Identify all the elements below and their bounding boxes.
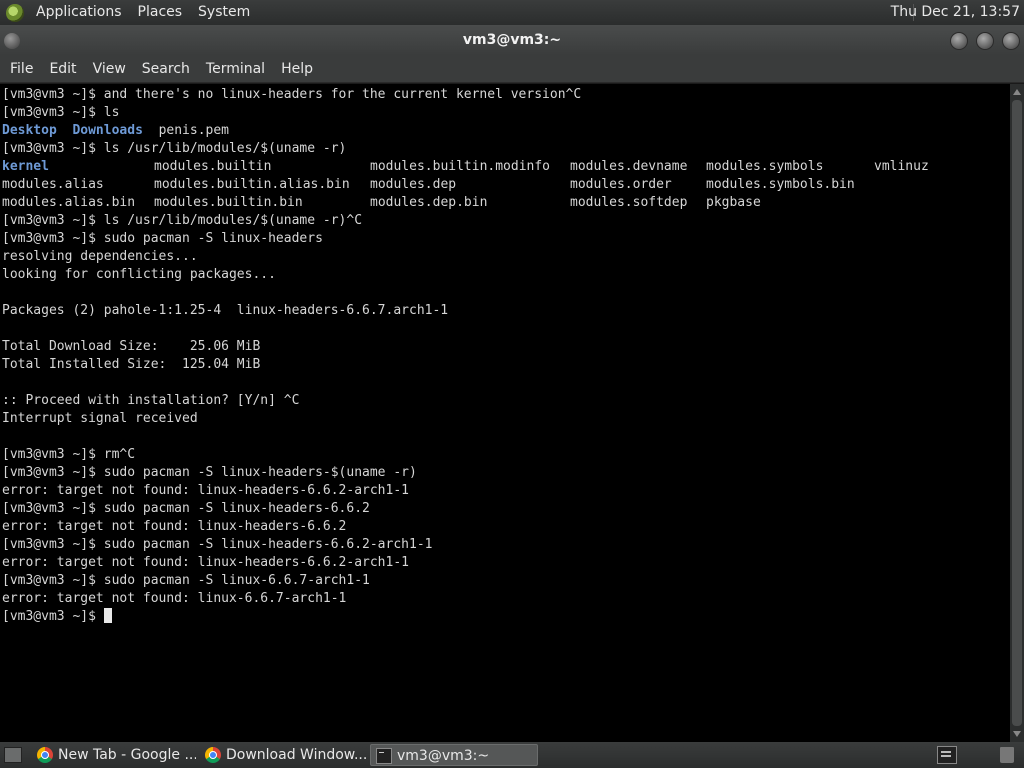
chrome-icon: [37, 747, 53, 763]
distro-logo-icon[interactable]: [6, 3, 24, 22]
module-entry: pkgbase: [706, 195, 761, 210]
close-button[interactable]: [1002, 32, 1020, 50]
scroll-down-icon[interactable]: [1013, 731, 1021, 737]
terminal-line: :: Proceed with installation? [Y/n] ^C: [2, 393, 300, 408]
terminal-line: modules.alias.bin modules.builtin.bin modu…: [2, 194, 1010, 212]
terminal-line: Desktop Downloads penis.pem: [2, 122, 1010, 140]
module-entry: modules.symbols: [706, 159, 824, 174]
prompt: [vm3@vm3 ~]$: [2, 609, 104, 624]
terminal-icon: [376, 748, 392, 764]
terminal-line: Interrupt signal received: [2, 411, 198, 426]
menu-terminal[interactable]: Terminal: [198, 55, 273, 83]
terminal-line: [vm3@vm3 ~]$ sudo pacman -S linux-header…: [2, 231, 323, 246]
terminal-output[interactable]: [vm3@vm3 ~]$ and there's no linux-header…: [0, 84, 1010, 742]
scroll-up-icon[interactable]: [1013, 89, 1021, 95]
module-entry: modules.builtin.bin: [154, 195, 303, 210]
terminal-line: Total Download Size: 25.06 MiB: [2, 339, 261, 354]
terminal-line: [vm3@vm3 ~]$ sudo pacman -S linux-header…: [2, 537, 433, 552]
task-terminal[interactable]: vm3@vm3:~: [370, 744, 538, 766]
module-entry: modules.dep: [370, 177, 457, 192]
terminal-line: looking for conflicting packages...: [2, 267, 276, 282]
terminal-line: resolving dependencies...: [2, 249, 198, 264]
terminal-line: [vm3@vm3 ~]$ ls /usr/lib/modules/$(uname…: [2, 141, 347, 156]
terminal-menubar: File Edit View Search Terminal Help: [0, 55, 1024, 83]
module-entry: modules.dep.bin: [370, 195, 488, 210]
show-desktop-icon[interactable]: [4, 747, 22, 763]
window-menu-icon[interactable]: [4, 33, 20, 49]
module-entry: [874, 194, 954, 212]
module-entry: modules.symbols.bin: [706, 177, 855, 192]
directory-entry: Downloads: [72, 123, 143, 138]
minimize-button[interactable]: [950, 32, 968, 50]
menu-applications[interactable]: Applications: [28, 0, 130, 25]
terminal-line: [vm3@vm3 ~]$ ls: [2, 105, 120, 120]
module-entry: kernel: [2, 159, 49, 174]
window-titlebar[interactable]: vm3@vm3:~: [0, 25, 1024, 55]
module-entry: modules.builtin: [154, 159, 272, 174]
terminal-line: error: target not found: linux-headers-6…: [2, 483, 409, 498]
module-entry: modules.order: [570, 177, 672, 192]
terminal-line: Total Installed Size: 125.04 MiB: [2, 357, 261, 372]
terminal-line: error: target not found: linux-headers-6…: [2, 555, 409, 570]
terminal-line: [vm3@vm3 ~]$ sudo pacman -S linux-header…: [2, 501, 370, 516]
task-download-window[interactable]: Download Window...: [200, 744, 366, 766]
terminal-line: [vm3@vm3 ~]$ and there's no linux-header…: [2, 87, 582, 102]
menu-view[interactable]: View: [85, 55, 134, 83]
scrollbar-thumb[interactable]: [1012, 100, 1022, 726]
terminal-prompt-line[interactable]: [vm3@vm3 ~]$: [2, 608, 1010, 626]
module-entry: modules.alias.bin: [2, 195, 136, 210]
workspace-switcher-icon[interactable]: [937, 746, 957, 764]
menu-places[interactable]: Places: [130, 0, 191, 25]
menu-file[interactable]: File: [2, 55, 41, 83]
terminal-scrollbar[interactable]: [1010, 84, 1024, 742]
terminal-line: Packages (2) pahole-1:1.25-4 linux-heade…: [2, 303, 449, 318]
module-entry: modules.builtin.alias.bin: [154, 177, 350, 192]
file-entry: penis.pem: [158, 123, 230, 138]
menu-system[interactable]: System: [190, 0, 258, 25]
module-entry: vmlinuz: [874, 159, 929, 174]
module-entry: modules.devname: [570, 159, 688, 174]
menu-edit[interactable]: Edit: [41, 55, 84, 83]
terminal-line: kernel modules.builtin modules.builtin.mod…: [2, 158, 1010, 176]
menu-help[interactable]: Help: [273, 55, 321, 83]
module-entry: modules.alias: [2, 177, 104, 192]
text-cursor: [103, 608, 112, 623]
directory-entry: Desktop: [2, 123, 57, 138]
module-entry: modules.softdep: [570, 195, 688, 210]
menu-search[interactable]: Search: [134, 55, 198, 83]
module-entry: modules.builtin.modinfo: [370, 159, 551, 174]
trash-icon[interactable]: [1000, 747, 1014, 763]
task-label: Download Window...: [226, 747, 366, 763]
task-label: vm3@vm3:~: [397, 748, 490, 764]
task-label: New Tab - Google ...: [58, 747, 196, 763]
task-new-tab[interactable]: New Tab - Google ...: [32, 744, 196, 766]
chrome-icon: [205, 747, 221, 763]
maximize-button[interactable]: [976, 32, 994, 50]
terminal-line: error: target not found: linux-headers-6…: [2, 519, 347, 534]
top-panel: Applications Places System Thu Dec 21, 1…: [0, 0, 1024, 25]
terminal-line: [vm3@vm3 ~]$ sudo pacman -S linux-header…: [2, 465, 417, 480]
terminal-line: error: target not found: linux-6.6.7-arc…: [2, 591, 347, 606]
terminal-line: [vm3@vm3 ~]$ rm^C: [2, 447, 136, 462]
bottom-taskbar: New Tab - Google ... Download Window... …: [0, 742, 1024, 768]
terminal-line: modules.alias modules.builtin.alias.bin mo…: [2, 176, 1010, 194]
terminal-line: [vm3@vm3 ~]$ sudo pacman -S linux-6.6.7-…: [2, 573, 370, 588]
clock[interactable]: Thu Dec 21, 13:57: [891, 0, 1020, 25]
module-entry: [874, 176, 954, 194]
window-title: vm3@vm3:~: [462, 32, 562, 48]
terminal-line: [vm3@vm3 ~]$ ls /usr/lib/modules/$(uname…: [2, 213, 363, 228]
